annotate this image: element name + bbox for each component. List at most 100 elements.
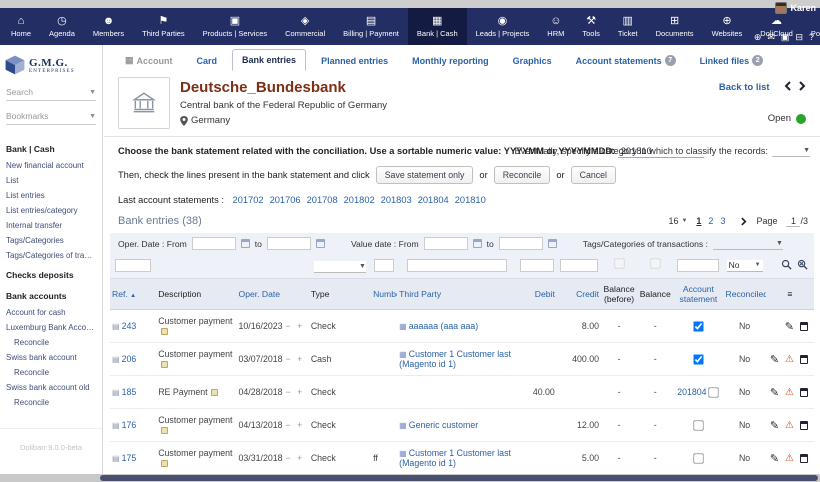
globe-icon[interactable]: ⊕ — [754, 32, 762, 42]
category-select[interactable]: ▼ — [772, 145, 810, 157]
sidebar-item-list[interactable]: List — [0, 173, 102, 188]
entry-ref-link[interactable]: 243 — [122, 321, 137, 331]
edit-pencil-icon[interactable]: ✎ — [770, 419, 779, 432]
debit-filter-input[interactable] — [520, 259, 554, 272]
credit-filter-input[interactable] — [560, 259, 598, 272]
sidebar-item-luxemburg-bank-account[interactable]: Luxemburg Bank Account — [0, 320, 102, 335]
menu-item-tools[interactable]: ⚒Tools — [573, 8, 609, 45]
reconciled-filter-select[interactable]: No▼ — [727, 260, 763, 272]
menu-item-hrm[interactable]: ☺HRM — [538, 8, 573, 45]
ref-filter-input[interactable] — [115, 259, 151, 272]
delete-trash-icon[interactable] — [800, 388, 808, 397]
third-party-filter-input[interactable] — [407, 259, 507, 272]
page-size-select[interactable]: 16 ▼ — [668, 216, 687, 226]
calendar-icon[interactable] — [241, 239, 250, 248]
save-statement-only-button[interactable]: Save statement only — [376, 166, 474, 184]
feedback-bubble-icon[interactable]: ✉ — [767, 32, 775, 42]
date-adjust-minus-plus[interactable]: − + — [286, 354, 305, 364]
clear-filters-icon[interactable] — [797, 259, 808, 270]
column-header-oper-date[interactable]: Oper. Date — [237, 279, 309, 310]
column-header-ref[interactable]: Ref. ▲ — [110, 279, 156, 310]
statement-link-201706[interactable]: 201706 — [270, 195, 301, 205]
type-filter-select[interactable]: ▼ — [314, 261, 366, 273]
help-icon[interactable]: ? — [809, 32, 814, 42]
menu-item-leads-projects[interactable]: ◉Leads | Projects — [467, 8, 539, 45]
sidebar-bookmarks-select[interactable]: Bookmarks ▼ — [6, 111, 96, 125]
entry-ref-link[interactable]: 175 — [122, 453, 137, 463]
date-adjust-minus-plus[interactable]: − + — [286, 420, 305, 430]
origin-object-icon[interactable] — [161, 328, 168, 335]
third-party-link[interactable]: aaaaaa (aaa aaa) — [409, 321, 478, 331]
tab-graphics[interactable]: Graphics — [504, 51, 561, 71]
calendar-icon[interactable] — [316, 239, 325, 248]
horizontal-scrollbar[interactable] — [0, 474, 820, 482]
menu-item-websites[interactable]: ⊕Websites — [703, 8, 752, 45]
entry-ref-link[interactable]: 185 — [122, 387, 137, 397]
menu-item-documents[interactable]: ⊞Documents — [647, 8, 703, 45]
statement-link-201804[interactable]: 201804 — [418, 195, 449, 205]
date-adjust-minus-plus[interactable]: − + — [286, 387, 305, 397]
menu-item-bank-cash[interactable]: ▦Bank | Cash — [408, 8, 467, 45]
origin-object-icon[interactable] — [161, 427, 168, 434]
menu-item-agenda[interactable]: ◷Agenda — [40, 8, 84, 45]
column-header-debit[interactable]: Debit — [517, 279, 557, 310]
third-party-link[interactable]: Customer 1 Customer last (Magento id 1) — [399, 349, 511, 369]
value-date-from-input[interactable] — [424, 237, 468, 250]
page-link-1[interactable]: 1 — [696, 216, 701, 226]
date-adjust-minus-plus[interactable]: − + — [286, 453, 305, 463]
sidebar-item-tags-categories[interactable]: Tags/Categories — [0, 233, 102, 248]
delete-trash-icon[interactable] — [800, 322, 808, 331]
tab-account-statements[interactable]: Account statements7 — [567, 50, 685, 71]
sidebar-item-internal-transfer[interactable]: Internal transfer — [0, 218, 102, 233]
origin-object-icon[interactable] — [161, 361, 168, 368]
calendar-icon[interactable] — [473, 239, 482, 248]
value-date-to-input[interactable] — [499, 237, 543, 250]
sidebar-item-reconcile[interactable]: Reconcile — [0, 335, 102, 350]
column-header-credit[interactable]: Credit — [557, 279, 601, 310]
menu-item-billing-payment[interactable]: ▤Billing | Payment — [334, 8, 408, 45]
statement-checkbox[interactable] — [693, 420, 703, 430]
tab-card[interactable]: Card — [188, 51, 227, 71]
column-header-account-statement[interactable]: Account statement — [673, 279, 723, 310]
column-header-number[interactable]: Number — [371, 279, 397, 310]
number-filter-input[interactable] — [374, 259, 394, 272]
tab-monthly-reporting[interactable]: Monthly reporting — [403, 51, 498, 71]
user-menu[interactable]: Karen — [775, 2, 816, 14]
search-icon[interactable] — [781, 259, 792, 270]
date-adjust-minus-plus[interactable]: − + — [286, 321, 305, 331]
column-select-icon[interactable]: ≡ — [766, 279, 814, 310]
sidebar-item-swiss-bank-account-old[interactable]: Swiss bank account old — [0, 380, 102, 395]
print-icon[interactable]: ⊟ — [795, 32, 803, 42]
previous-record-icon[interactable] — [784, 81, 791, 91]
statement-checkbox[interactable] — [693, 354, 703, 364]
origin-object-icon[interactable] — [161, 460, 168, 467]
tags-filter-select[interactable]: ▼ — [713, 238, 783, 250]
oper-date-to-input[interactable] — [267, 237, 311, 250]
column-header-reconciled[interactable]: Reconciled — [724, 279, 766, 310]
entry-ref-link[interactable]: 176 — [122, 420, 137, 430]
dolistore-bag-icon[interactable]: ▣ — [781, 32, 790, 42]
sidebar-item-account-for-cash[interactable]: Account for cash — [0, 305, 102, 320]
statement-checkbox[interactable] — [693, 321, 703, 331]
tab-account[interactable]: ▦Account — [116, 50, 182, 71]
statement-checkbox[interactable] — [693, 453, 703, 463]
menu-item-commercial[interactable]: ◈Commercial — [276, 8, 334, 45]
sidebar-item-tags-categories-of-transact[interactable]: Tags/Categories of transact... — [0, 248, 102, 263]
delete-trash-icon[interactable] — [800, 421, 808, 430]
origin-object-icon[interactable] — [211, 389, 218, 396]
statement-filter-input[interactable] — [677, 259, 719, 272]
sidebar-section-bank-accounts[interactable]: Bank accounts — [0, 284, 102, 305]
menu-item-ticket[interactable]: ▥Ticket — [609, 8, 647, 45]
sidebar-item-reconcile[interactable]: Reconcile — [0, 365, 102, 380]
sidebar-item-list-entries[interactable]: List entries — [0, 188, 102, 203]
sidebar-item-list-entries-category[interactable]: List entries/category — [0, 203, 102, 218]
next-page-icon[interactable] — [741, 217, 747, 226]
sidebar-item-new-financial-account[interactable]: New financial account — [0, 158, 102, 173]
delete-trash-icon[interactable] — [800, 454, 808, 463]
entry-ref-link[interactable]: 206 — [122, 354, 137, 364]
statement-link-201803[interactable]: 201803 — [381, 195, 412, 205]
sidebar-section-checks-deposits[interactable]: Checks deposits — [0, 263, 102, 284]
tab-planned-entries[interactable]: Planned entries — [312, 51, 397, 71]
page-link-2[interactable]: 2 — [708, 216, 713, 226]
sidebar-item-reconcile[interactable]: Reconcile — [0, 395, 102, 410]
